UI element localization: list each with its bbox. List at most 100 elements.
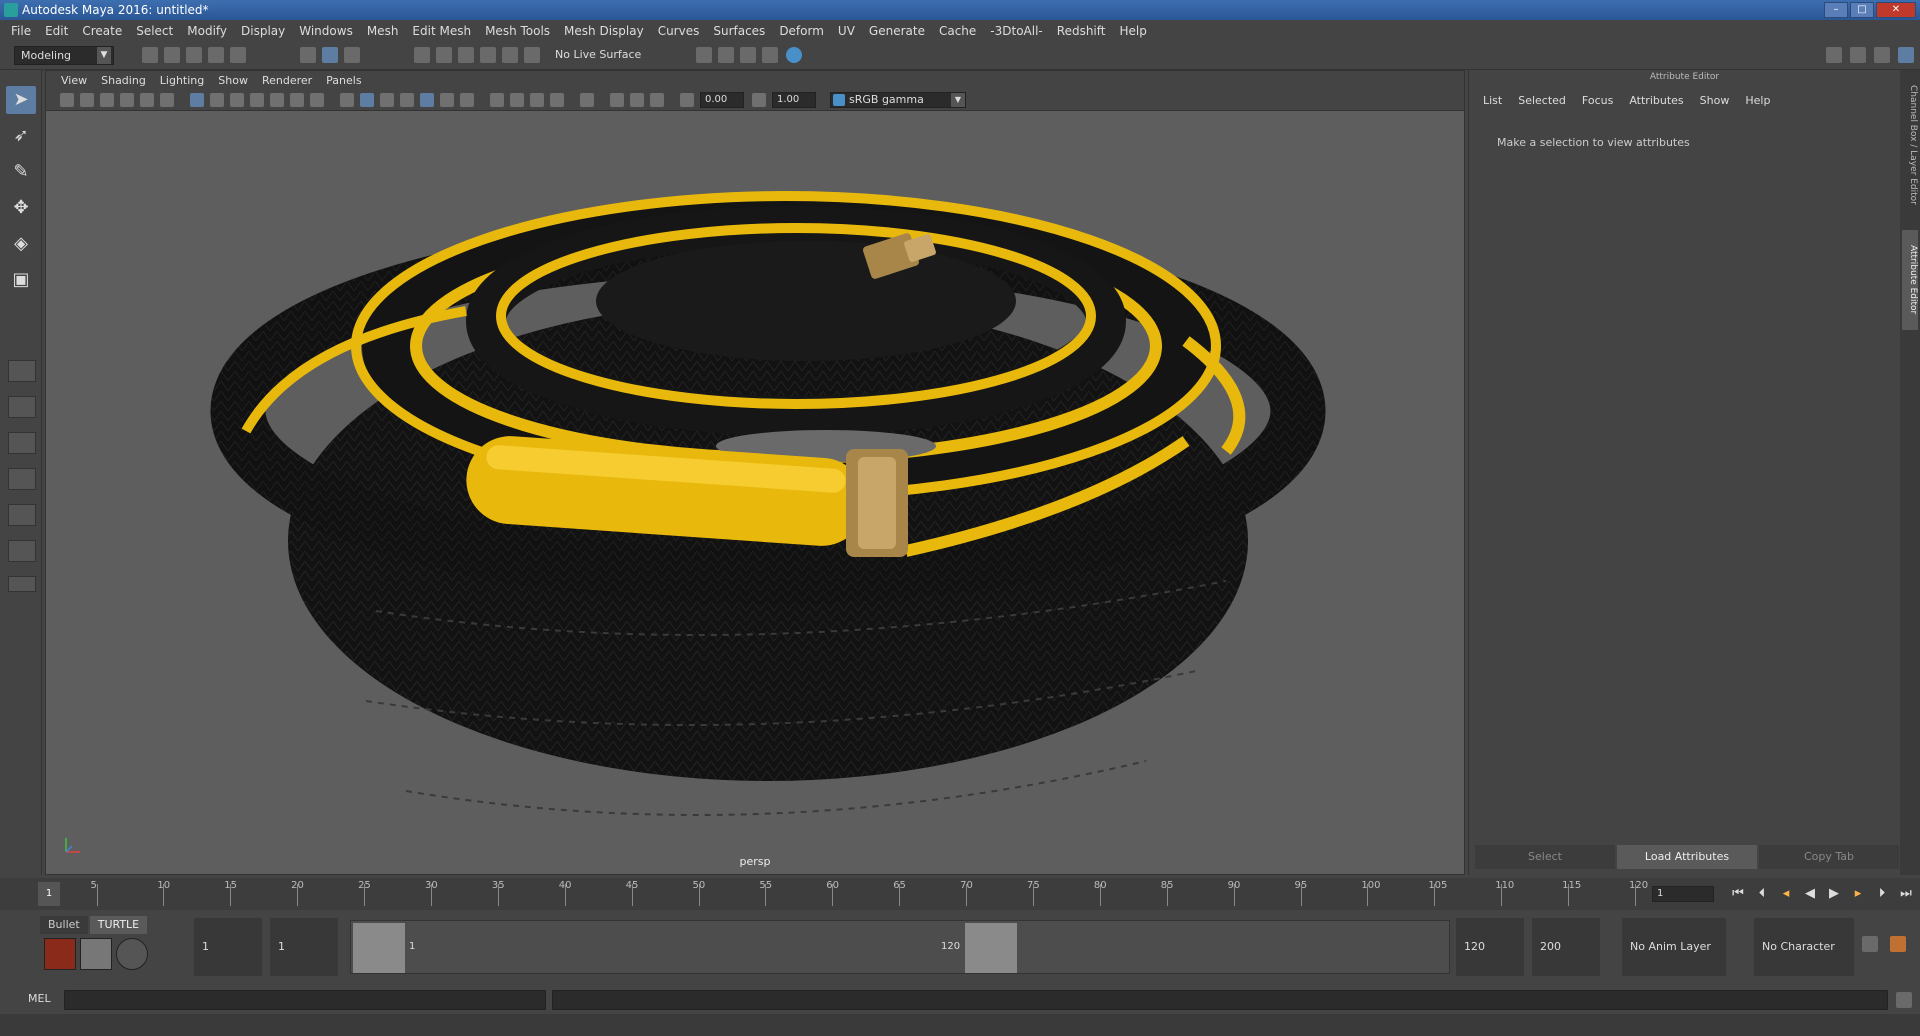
safe-action-icon[interactable]	[290, 93, 304, 107]
playback-range-slider[interactable]: 1 120	[350, 920, 1450, 974]
camera-attributes-icon[interactable]	[80, 93, 94, 107]
menu-edit-mesh[interactable]: Edit Mesh	[405, 24, 478, 38]
menu-cache[interactable]: Cache	[932, 24, 983, 38]
current-frame-marker[interactable]: 1	[38, 882, 60, 906]
anti-aliasing-icon[interactable]	[530, 93, 544, 107]
go-to-start-icon[interactable]: ⏮	[1728, 884, 1748, 904]
field-chart-icon[interactable]	[270, 93, 284, 107]
mode-dropdown[interactable]: Modeling ▼	[14, 46, 114, 65]
bake-icon[interactable]	[80, 938, 112, 970]
close-button[interactable]: ✕	[1876, 2, 1916, 18]
textured-icon[interactable]	[420, 93, 434, 107]
save-scene-icon[interactable]	[186, 47, 202, 63]
image-plane-icon[interactable]	[120, 93, 134, 107]
render-icon[interactable]	[718, 47, 734, 63]
menu-surfaces[interactable]: Surfaces	[706, 24, 772, 38]
step-back-key-icon[interactable]: ⏴	[1752, 884, 1772, 904]
snap-grid-icon[interactable]	[414, 47, 430, 63]
render-view-icon[interactable]	[696, 47, 712, 63]
play-backward-icon[interactable]: ◀	[1800, 884, 1820, 904]
single-perspective-layout-icon[interactable]	[8, 360, 36, 382]
animation-start-field[interactable]: 1	[194, 918, 262, 976]
persp-outliner-layout-icon[interactable]	[8, 432, 36, 454]
vp-menu-view[interactable]: View	[54, 74, 94, 87]
menu-create[interactable]: Create	[75, 24, 129, 38]
redo-icon[interactable]	[230, 47, 246, 63]
modeling-toolkit-icon[interactable]	[1826, 47, 1842, 63]
depth-of-field-icon[interactable]	[550, 93, 564, 107]
film-gate-icon[interactable]	[210, 93, 224, 107]
current-frame-field[interactable]: 1	[1652, 886, 1714, 902]
snap-plane-icon[interactable]	[480, 47, 496, 63]
ae-menu-selected[interactable]: Selected	[1510, 94, 1574, 107]
animation-preferences-icon[interactable]	[1890, 936, 1906, 952]
render-settings-icon[interactable]	[762, 47, 778, 63]
attribute-editor-toggle-icon[interactable]	[1850, 47, 1866, 63]
ae-menu-list[interactable]: List	[1475, 94, 1510, 107]
make-live-icon[interactable]	[524, 47, 540, 63]
ae-menu-attributes[interactable]: Attributes	[1621, 94, 1691, 107]
go-to-end-icon[interactable]: ⏭	[1896, 884, 1916, 904]
minimize-button[interactable]: –	[1824, 2, 1848, 18]
menu-mesh-display[interactable]: Mesh Display	[557, 24, 651, 38]
persp-graph-layout-icon[interactable]	[8, 468, 36, 490]
playback-start-field[interactable]: 1	[270, 918, 338, 976]
2d-pan-zoom-icon[interactable]	[140, 93, 154, 107]
bookmark-icon[interactable]	[100, 93, 114, 107]
animation-end-field[interactable]: 200	[1532, 918, 1600, 976]
ae-menu-show[interactable]: Show	[1692, 94, 1738, 107]
menu-mesh[interactable]: Mesh	[360, 24, 406, 38]
menu-display[interactable]: Display	[234, 24, 292, 38]
anim-layer-dropdown[interactable]: No Anim Layer	[1622, 918, 1726, 976]
use-default-material-icon[interactable]	[380, 93, 394, 107]
motion-blur-icon[interactable]	[510, 93, 524, 107]
script-editor-icon[interactable]	[1896, 992, 1912, 1008]
time-slider-track[interactable]: 1 5 10 15 20 25 30 35 40 45 50 55 60 65 70 75 80 85 90 95 1…	[38, 878, 1648, 906]
channel-box-toggle-icon[interactable]	[1898, 47, 1914, 63]
hypershade-icon[interactable]	[786, 47, 802, 63]
menu-select[interactable]: Select	[129, 24, 180, 38]
gamma-field[interactable]: 1.00	[772, 92, 816, 108]
menu-help[interactable]: Help	[1112, 24, 1153, 38]
select-button[interactable]: Select	[1475, 845, 1615, 869]
range-end-handle[interactable]	[965, 923, 1017, 973]
turtle-render-icon[interactable]	[44, 938, 76, 970]
time-slider[interactable]: 1 5 10 15 20 25 30 35 40 45 50 55 60 65 70 75 80 85 90 95 1…	[0, 878, 1920, 910]
menu-curves[interactable]: Curves	[651, 24, 707, 38]
menu-windows[interactable]: Windows	[292, 24, 360, 38]
select-tool[interactable]: ➤	[6, 86, 36, 114]
ipr-render-icon[interactable]	[740, 47, 756, 63]
3d-scene[interactable]: persp	[46, 111, 1464, 874]
tab-channel-box[interactable]: Channel Box / Layer Editor	[1902, 80, 1918, 210]
open-scene-icon[interactable]	[164, 47, 180, 63]
select-object-icon[interactable]	[322, 47, 338, 63]
ae-menu-help[interactable]: Help	[1737, 94, 1778, 107]
character-set-dropdown[interactable]: No Character Set	[1754, 918, 1854, 1011]
command-input[interactable]	[64, 990, 546, 1010]
load-attributes-button[interactable]: Load Attributes	[1617, 845, 1757, 869]
vp-menu-show[interactable]: Show	[211, 74, 255, 87]
shadows-icon[interactable]	[460, 93, 474, 107]
lasso-tool[interactable]: ➶	[6, 122, 36, 150]
select-component-icon[interactable]	[344, 47, 360, 63]
maximize-button[interactable]: □	[1850, 2, 1874, 18]
menu-deform[interactable]: Deform	[772, 24, 831, 38]
menu-file[interactable]: File	[4, 24, 38, 38]
snap-point-icon[interactable]	[458, 47, 474, 63]
xray-active-icon[interactable]	[630, 93, 644, 107]
mel-label[interactable]: MEL	[28, 992, 51, 1005]
snap-curve-icon[interactable]	[436, 47, 452, 63]
tab-attribute-editor[interactable]: Attribute Editor	[1902, 230, 1918, 330]
isolate-select-icon[interactable]	[580, 93, 594, 107]
copy-tab-button[interactable]: Copy Tab	[1759, 845, 1899, 869]
tool-settings-icon[interactable]	[1874, 47, 1890, 63]
vp-menu-renderer[interactable]: Renderer	[255, 74, 319, 87]
uv-layout-icon[interactable]	[8, 540, 36, 562]
vp-menu-lighting[interactable]: Lighting	[153, 74, 211, 87]
rotate-tool[interactable]: ◈	[6, 230, 36, 258]
exposure-icon[interactable]	[680, 93, 694, 107]
menu-modify[interactable]: Modify	[180, 24, 234, 38]
step-forward-frame-icon[interactable]: ▸	[1848, 884, 1868, 904]
undo-icon[interactable]	[208, 47, 224, 63]
shelf-tab-turtle[interactable]: TURTLE	[89, 916, 148, 934]
